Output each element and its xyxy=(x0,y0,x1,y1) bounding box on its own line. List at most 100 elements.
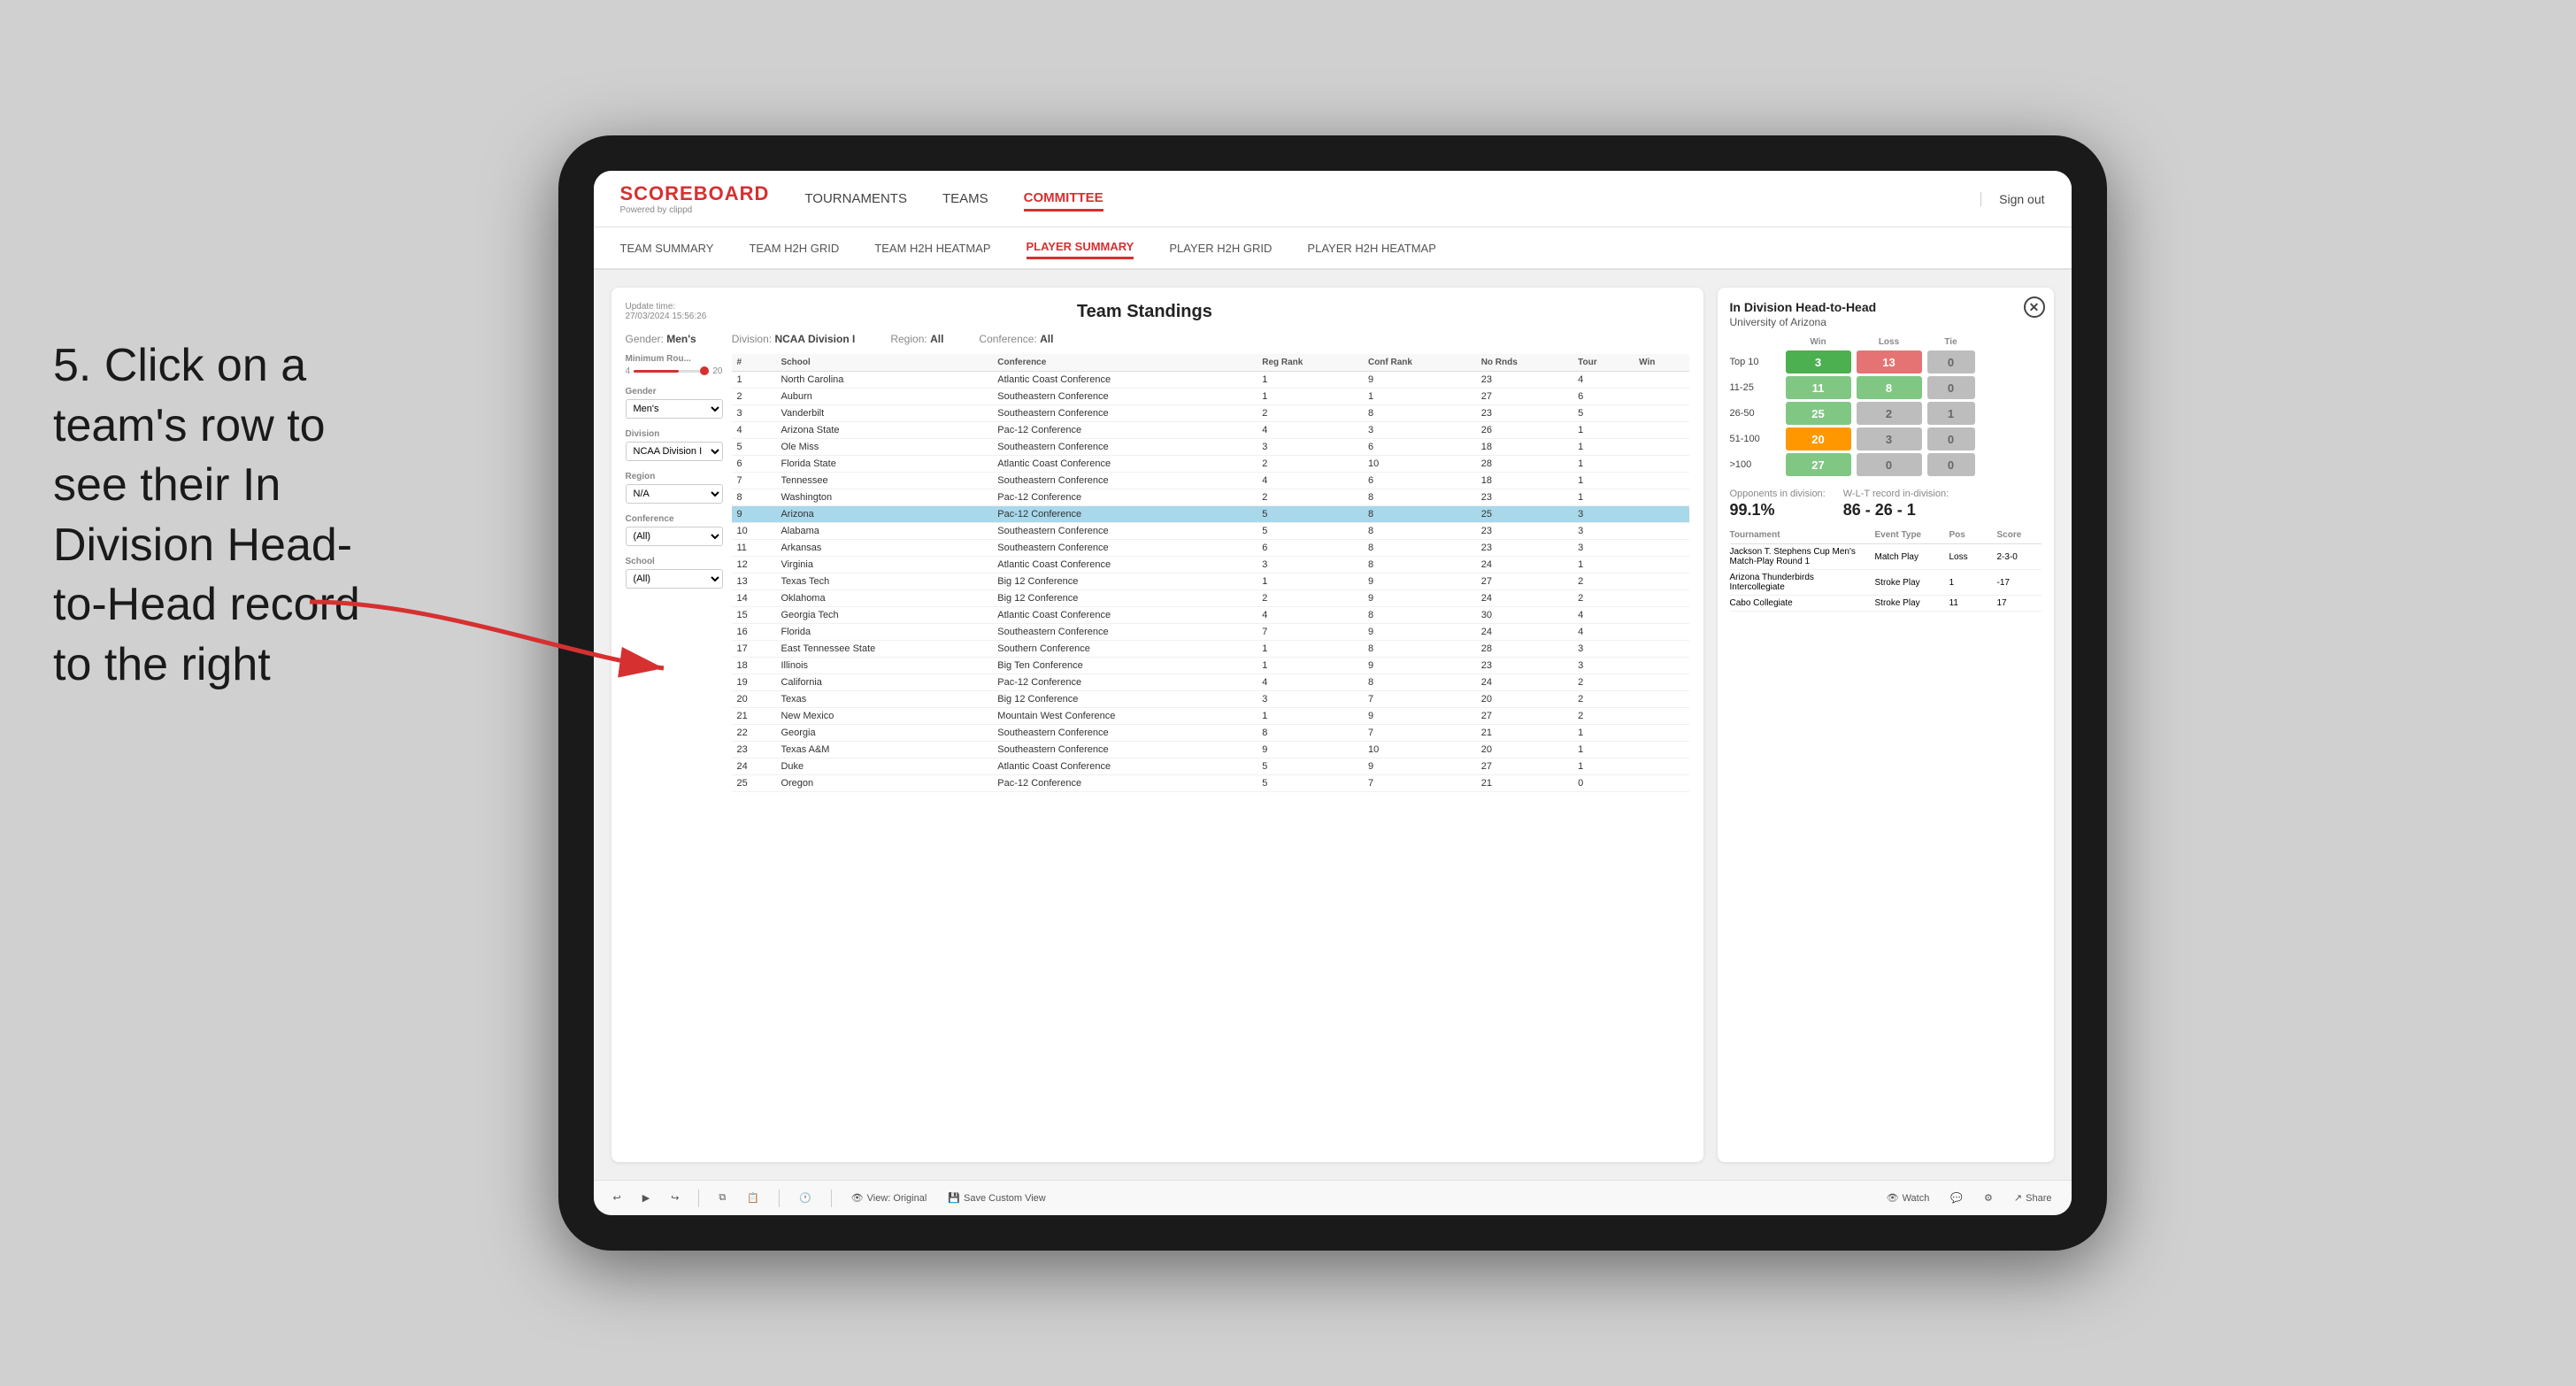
nav-tournaments[interactable]: TOURNAMENTS xyxy=(804,188,907,210)
cell-tour: 3 xyxy=(1573,540,1634,557)
undo-button[interactable]: ↩ xyxy=(608,1190,627,1206)
table-row[interactable]: 20 Texas Big 12 Conference 3 7 20 2 xyxy=(732,691,1689,708)
table-row[interactable]: 17 East Tennessee State Southern Confere… xyxy=(732,641,1689,658)
table-scroll: # School Conference Reg Rank Conf Rank N… xyxy=(732,354,1689,1148)
table-row[interactable]: 9 Arizona Pac-12 Conference 5 8 25 3 xyxy=(732,506,1689,523)
table-row[interactable]: 16 Florida Southeastern Conference 7 9 2… xyxy=(732,624,1689,641)
tournament-row-2[interactable]: Arizona Thunderbirds Intercollegiate Str… xyxy=(1730,570,2042,596)
slider-max-val: 20 xyxy=(712,366,722,376)
cell-rank: 9 xyxy=(732,506,776,523)
h2h-panel: ✕ In Division Head-to-Head University of… xyxy=(1718,288,2054,1162)
region-select[interactable]: N/A East West xyxy=(626,484,723,504)
cell-win xyxy=(1634,725,1688,742)
redo-button[interactable]: ↪ xyxy=(665,1190,684,1206)
division-select[interactable]: NCAA Division I NCAA Division II NCAA Di… xyxy=(626,442,723,461)
table-row[interactable]: 12 Virginia Atlantic Coast Conference 3 … xyxy=(732,557,1689,574)
h2h-header-tie: Tie xyxy=(1925,337,1978,347)
table-row[interactable]: 7 Tennessee Southeastern Conference 4 6 … xyxy=(732,473,1689,489)
table-row[interactable]: 24 Duke Atlantic Coast Conference 5 9 27… xyxy=(732,758,1689,775)
nav-committee[interactable]: COMMITTEE xyxy=(1024,187,1103,212)
cell-rank: 5 xyxy=(732,439,776,456)
cell-no-rnds: 18 xyxy=(1476,473,1573,489)
sub-nav-player-h2h-grid[interactable]: PLAYER H2H GRID xyxy=(1169,238,1272,258)
table-row[interactable]: 25 Oregon Pac-12 Conference 5 7 21 0 xyxy=(732,775,1689,792)
nav-teams[interactable]: TEAMS xyxy=(942,188,988,210)
cell-rank: 10 xyxy=(732,523,776,540)
table-row[interactable]: 4 Arizona State Pac-12 Conference 4 3 26… xyxy=(732,422,1689,439)
cell-conference: Southern Conference xyxy=(992,641,1257,658)
h2h-51-100-tie: 0 xyxy=(1927,427,1975,450)
table-row[interactable]: 1 North Carolina Atlantic Coast Conferen… xyxy=(732,372,1689,389)
h2h-title: In Division Head-to-Head xyxy=(1730,300,2042,314)
slider-fill xyxy=(634,370,679,373)
opponents-section: Opponents in division: 99.1% W-L-T recor… xyxy=(1730,489,2042,520)
conference-select[interactable]: (All) xyxy=(626,527,723,546)
table-row[interactable]: 2 Auburn Southeastern Conference 1 1 27 … xyxy=(732,389,1689,405)
cell-no-rnds: 23 xyxy=(1476,523,1573,540)
h2h-gt100-loss: 0 xyxy=(1857,453,1922,476)
sub-nav-player-h2h-heatmap[interactable]: PLAYER H2H HEATMAP xyxy=(1307,238,1435,258)
slider-thumb[interactable] xyxy=(700,366,709,375)
table-row[interactable]: 15 Georgia Tech Atlantic Coast Conferenc… xyxy=(732,607,1689,624)
h2h-team: University of Arizona xyxy=(1730,316,2042,328)
tournament-row-3[interactable]: Cabo Collegiate Stroke Play 11 17 xyxy=(1730,596,2042,612)
copy-button[interactable]: ⧉ xyxy=(713,1190,731,1206)
toolbar-sep-3 xyxy=(831,1190,832,1207)
table-row[interactable]: 18 Illinois Big Ten Conference 1 9 23 3 xyxy=(732,658,1689,674)
h2h-header-empty xyxy=(1730,337,1783,347)
tournament-row-1[interactable]: Jackson T. Stephens Cup Men's Match-Play… xyxy=(1730,544,2042,570)
table-row[interactable]: 8 Washington Pac-12 Conference 2 8 23 1 xyxy=(732,489,1689,506)
table-row[interactable]: 3 Vanderbilt Southeastern Conference 2 8… xyxy=(732,405,1689,422)
division-value: NCAA Division I xyxy=(774,333,855,345)
table-body: 1 North Carolina Atlantic Coast Conferen… xyxy=(732,372,1689,792)
h2h-top10-loss: 13 xyxy=(1857,350,1922,373)
table-row[interactable]: 19 California Pac-12 Conference 4 8 24 2 xyxy=(732,674,1689,691)
clock-button[interactable]: 🕐 xyxy=(794,1190,817,1206)
logo-area: SCOREBOARD Powered by clippd xyxy=(620,182,770,215)
sub-nav-team-h2h-heatmap[interactable]: TEAM H2H HEATMAP xyxy=(874,238,990,258)
play-button[interactable]: ▶ xyxy=(637,1190,655,1206)
t3-type: Stroke Play xyxy=(1875,598,1946,608)
cell-conf-rank: 8 xyxy=(1363,405,1476,422)
table-row[interactable]: 23 Texas A&M Southeastern Conference 9 1… xyxy=(732,742,1689,758)
table-row[interactable]: 13 Texas Tech Big 12 Conference 1 9 27 2 xyxy=(732,574,1689,590)
table-row[interactable]: 14 Oklahoma Big 12 Conference 2 9 24 2 xyxy=(732,590,1689,607)
gender-select[interactable]: Men's Women's xyxy=(626,399,723,419)
sub-nav-team-h2h-grid[interactable]: TEAM H2H GRID xyxy=(749,238,839,258)
cell-conference: Pac-12 Conference xyxy=(992,422,1257,439)
table-row[interactable]: 22 Georgia Southeastern Conference 8 7 2… xyxy=(732,725,1689,742)
h2h-label-gt100: >100 xyxy=(1730,459,1783,470)
sub-nav-player-summary[interactable]: PLAYER SUMMARY xyxy=(1027,236,1134,259)
table-row[interactable]: 5 Ole Miss Southeastern Conference 3 6 1… xyxy=(732,439,1689,456)
cell-conf-rank: 9 xyxy=(1363,624,1476,641)
watch-button[interactable]: 👁 Watch xyxy=(1881,1190,1935,1206)
sign-out[interactable]: Sign out xyxy=(1980,192,2044,206)
cell-win xyxy=(1634,422,1688,439)
school-select[interactable]: (All) xyxy=(626,569,723,589)
table-row[interactable]: 11 Arkansas Southeastern Conference 6 8 … xyxy=(732,540,1689,557)
settings-button[interactable]: ⚙ xyxy=(1979,1190,1998,1206)
range-slider[interactable]: 4 20 xyxy=(626,366,723,376)
share-button[interactable]: ↗ Share xyxy=(2009,1190,2057,1206)
cell-conf-rank: 7 xyxy=(1363,691,1476,708)
tournament-header: Tournament Event Type Pos Score xyxy=(1730,530,2042,544)
table-row[interactable]: 6 Florida State Atlantic Coast Conferenc… xyxy=(732,456,1689,473)
close-button[interactable]: ✕ xyxy=(2024,296,2045,318)
cell-conference: Atlantic Coast Conference xyxy=(992,758,1257,775)
table-row[interactable]: 21 New Mexico Mountain West Conference 1… xyxy=(732,708,1689,725)
update-time-area: Update time: 27/03/2024 15:56:26 xyxy=(626,302,707,321)
view-original-button[interactable]: 👁 View: Original xyxy=(846,1190,933,1206)
save-custom-button[interactable]: 💾 Save Custom View xyxy=(942,1190,1050,1206)
comment-button[interactable]: 💬 xyxy=(1945,1190,1968,1206)
h2h-row-gt100: >100 27 0 0 xyxy=(1730,453,2042,476)
cell-win xyxy=(1634,624,1688,641)
paste-button[interactable]: 📋 xyxy=(742,1190,765,1206)
cell-reg-rank: 3 xyxy=(1257,691,1363,708)
cell-school: California xyxy=(775,674,992,691)
cell-win xyxy=(1634,405,1688,422)
sub-nav-team-summary[interactable]: TEAM SUMMARY xyxy=(620,238,714,258)
panel-header: Update time: 27/03/2024 15:56:26 Team St… xyxy=(626,302,1689,322)
table-row[interactable]: 10 Alabama Southeastern Conference 5 8 2… xyxy=(732,523,1689,540)
cell-rank: 3 xyxy=(732,405,776,422)
filter-region: Region: All xyxy=(890,333,943,345)
